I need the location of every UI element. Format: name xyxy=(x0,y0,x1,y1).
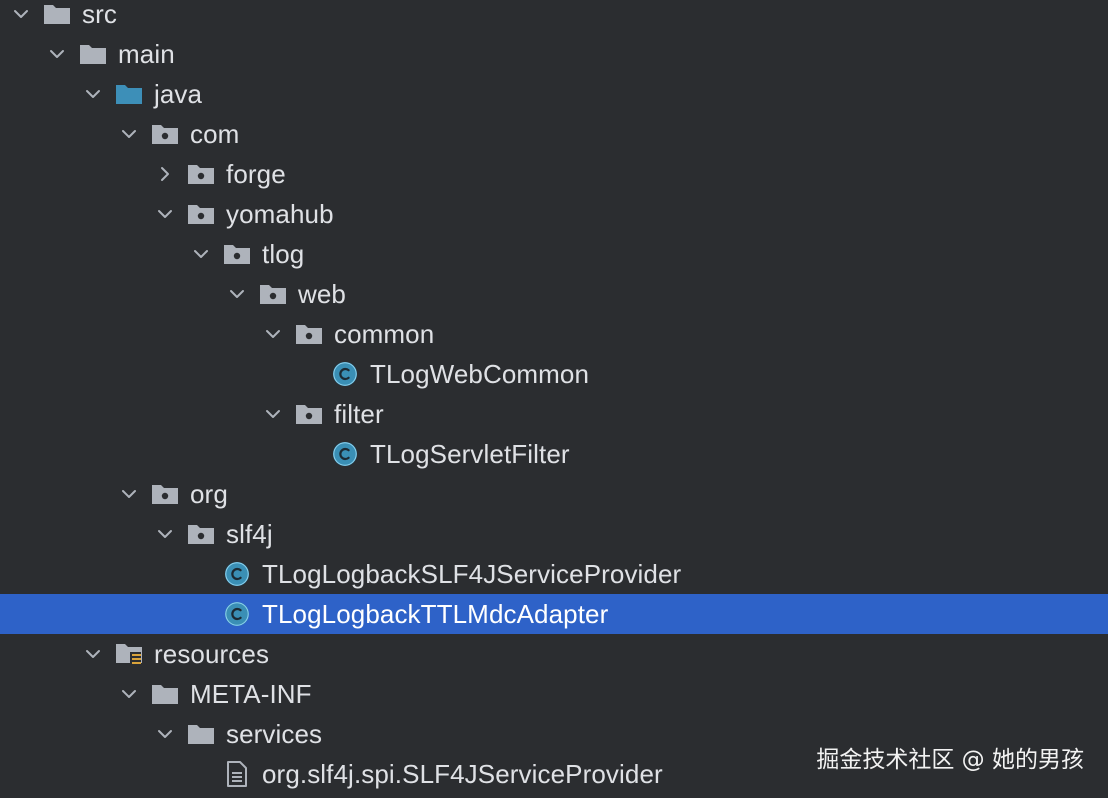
tree-item[interactable]: java xyxy=(0,74,1108,114)
folder-icon xyxy=(42,0,72,34)
tree-item-label: services xyxy=(226,719,323,749)
folder-icon xyxy=(78,34,108,74)
tree-item[interactable]: org xyxy=(0,474,1108,514)
tree-item[interactable]: forge xyxy=(0,154,1108,194)
tree-item-label: resources xyxy=(154,639,270,669)
package-icon xyxy=(294,394,324,434)
chevron-down-icon[interactable] xyxy=(82,74,104,114)
tree-item-label: TLogLogbackSLF4JServiceProvider xyxy=(262,559,682,589)
tree-item[interactable]: src xyxy=(0,0,1108,34)
package-icon xyxy=(186,194,216,234)
tree-item[interactable]: yomahub xyxy=(0,194,1108,234)
tree-item[interactable]: TLogLogbackTTLMdcAdapter xyxy=(0,594,1108,634)
java-class-icon xyxy=(330,434,360,474)
tree-item-label: yomahub xyxy=(226,199,334,229)
tree-item-label: tlog xyxy=(262,239,305,269)
tree-item-label: slf4j xyxy=(226,519,273,549)
package-icon xyxy=(258,274,288,314)
tree-item[interactable]: filter xyxy=(0,394,1108,434)
tree-item-label: main xyxy=(118,39,175,69)
java-class-icon xyxy=(330,354,360,394)
chevron-down-icon[interactable] xyxy=(154,194,176,234)
chevron-down-icon[interactable] xyxy=(154,514,176,554)
tree-item[interactable]: common xyxy=(0,314,1108,354)
tree-item[interactable]: META-INF xyxy=(0,674,1108,714)
tree-item-label: forge xyxy=(226,159,286,189)
package-icon xyxy=(186,514,216,554)
package-icon xyxy=(222,234,252,274)
project-tree: src main java com forge yomahub tlog web common T… xyxy=(0,0,1108,794)
chevron-down-icon[interactable] xyxy=(118,114,140,154)
tree-item-label: common xyxy=(334,319,435,349)
chevron-down-icon[interactable] xyxy=(190,234,212,274)
tree-item-label: src xyxy=(82,0,117,29)
tree-item[interactable]: tlog xyxy=(0,234,1108,274)
package-icon xyxy=(150,114,180,154)
chevron-down-icon[interactable] xyxy=(82,634,104,674)
tree-item[interactable]: resources xyxy=(0,634,1108,674)
text-file-icon xyxy=(222,754,252,794)
package-icon xyxy=(294,314,324,354)
package-icon xyxy=(150,474,180,514)
tree-item-label: filter xyxy=(334,399,384,429)
tree-item-label: META-INF xyxy=(190,679,312,709)
chevron-down-icon[interactable] xyxy=(118,674,140,714)
tree-item-label: java xyxy=(154,79,203,109)
java-class-icon xyxy=(222,594,252,634)
tree-item[interactable]: main xyxy=(0,34,1108,74)
tree-item-label: TLogServletFilter xyxy=(370,439,570,469)
tree-item-label: TLogLogbackTTLMdcAdapter xyxy=(262,599,609,629)
java-class-icon xyxy=(222,554,252,594)
tree-item-label: org xyxy=(190,479,228,509)
tree-item-label: TLogWebCommon xyxy=(370,359,590,389)
package-icon xyxy=(186,154,216,194)
tree-item[interactable]: web xyxy=(0,274,1108,314)
chevron-down-icon[interactable] xyxy=(118,474,140,514)
folder-icon xyxy=(150,674,180,714)
tree-item-label: com xyxy=(190,119,240,149)
tree-item[interactable]: TLogLogbackSLF4JServiceProvider xyxy=(0,554,1108,594)
chevron-down-icon[interactable] xyxy=(46,34,68,74)
tree-item-label: web xyxy=(298,279,346,309)
tree-item-label: org.slf4j.spi.SLF4JServiceProvider xyxy=(262,759,663,789)
tree-item[interactable]: com xyxy=(0,114,1108,154)
tree-item[interactable]: TLogWebCommon xyxy=(0,354,1108,394)
chevron-down-icon[interactable] xyxy=(10,0,32,34)
chevron-down-icon[interactable] xyxy=(262,314,284,354)
tree-item[interactable]: TLogServletFilter xyxy=(0,434,1108,474)
tree-item[interactable]: slf4j xyxy=(0,514,1108,554)
watermark: 掘金技术社区 @ 她的男孩 xyxy=(816,747,1084,773)
folder-icon xyxy=(186,714,216,754)
chevron-right-icon[interactable] xyxy=(154,154,176,194)
source-root-folder-icon xyxy=(114,74,144,114)
chevron-down-icon[interactable] xyxy=(226,274,248,314)
chevron-down-icon[interactable] xyxy=(154,714,176,754)
chevron-down-icon[interactable] xyxy=(262,394,284,434)
resources-folder-icon xyxy=(114,634,144,674)
